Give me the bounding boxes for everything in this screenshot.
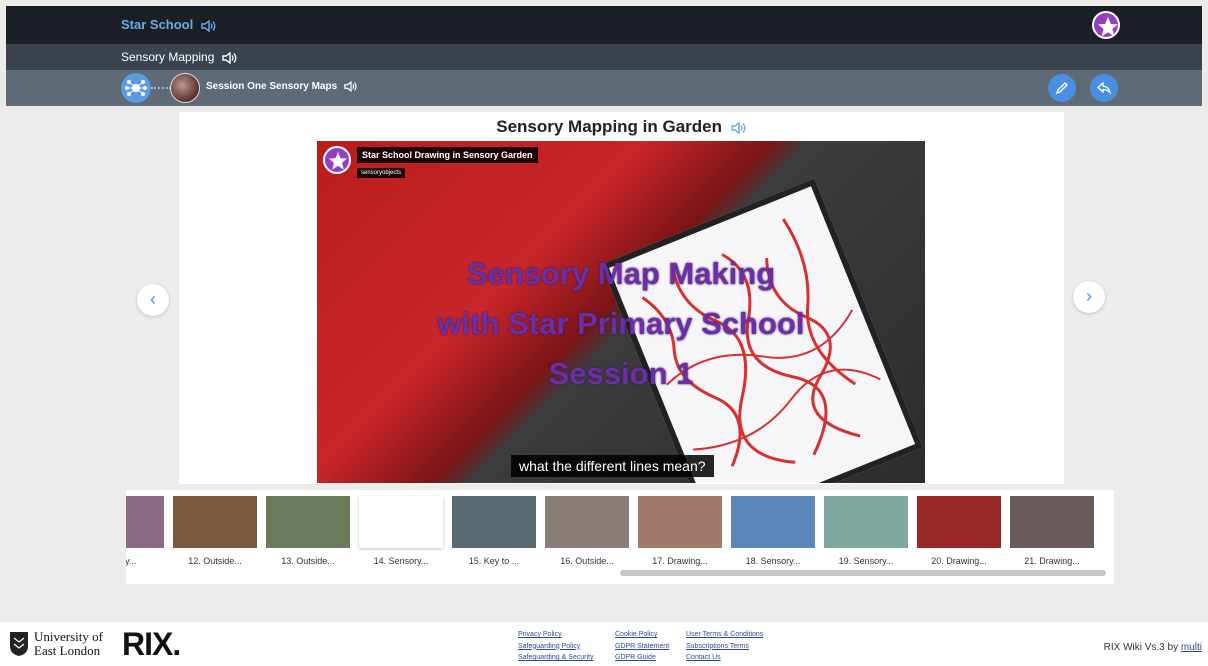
thumbnail-label: 13. Outside... (281, 556, 335, 566)
thumbnail-label: nsory... (126, 556, 137, 566)
university-line: East London (34, 643, 101, 658)
version-text: RIX Wiki Vs.3 by (1103, 642, 1181, 653)
user-star-badge-icon[interactable] (1092, 11, 1120, 39)
university-line: University of (34, 629, 103, 644)
thumbnail-image[interactable] (545, 496, 629, 548)
footer: University of East London RIX. Privacy P… (0, 622, 1208, 666)
thumbnail-item[interactable]: 15. Key to ... (452, 496, 536, 566)
session-title[interactable]: Session One Sensory Maps (206, 81, 358, 92)
contact-link[interactable]: Contact Us (686, 652, 763, 664)
thumbnail-image[interactable] (126, 496, 164, 548)
thumbnail-image[interactable] (359, 496, 443, 548)
thumbnail-item[interactable]: 19. Sensory... (824, 496, 908, 566)
page-title-text: Sensory Mapping (121, 50, 215, 64)
university-crest-icon (10, 632, 28, 656)
version-info: RIX Wiki Vs.3 by multi (1104, 642, 1202, 653)
gdpr-statement-link[interactable]: GDPR Statement (615, 641, 669, 653)
university-name: University of East London (34, 630, 103, 658)
video-player[interactable]: Star School Drawing in Sensory Garden se… (317, 141, 925, 483)
vendor-link[interactable]: multi (1181, 642, 1202, 653)
safeguarding-security-link[interactable]: Safeguarding & Security (518, 652, 594, 664)
thumbnail-item[interactable]: 14. Sensory... (359, 496, 443, 566)
thumbnail-label: 17. Drawing... (652, 556, 708, 566)
thumbnail-item[interactable]: 13. Outside... (266, 496, 350, 566)
thumbnail-image[interactable] (452, 496, 536, 548)
share-icon (1097, 81, 1111, 95)
video-title[interactable]: Star School Drawing in Sensory Garden (357, 147, 538, 163)
content-heading: Sensory Mapping in Garden (179, 117, 1064, 137)
overlay-line: Sensory Map Making (466, 256, 776, 291)
thumbnail-label: 12. Outside... (188, 556, 242, 566)
thumbnail-label: 18. Sensory... (745, 556, 801, 566)
overlay-line: Session 1 (548, 356, 694, 391)
thumbnail-image[interactable] (173, 496, 257, 548)
cookie-policy-link[interactable]: Cookie Policy (615, 629, 669, 641)
session-title-text[interactable]: Session One Sensory Maps (206, 81, 337, 92)
thumbnail-image[interactable] (824, 496, 908, 548)
scrollbar[interactable] (620, 570, 1106, 576)
thumbnail-label: 16. Outside... (560, 556, 614, 566)
thumbnail-item[interactable]: 17. Drawing... (638, 496, 722, 566)
thumbnail-image[interactable] (917, 496, 1001, 548)
thumbnail-label: 20. Drawing... (931, 556, 987, 566)
chevron-left-icon: ‹ (150, 289, 156, 309)
thumbnail-strip[interactable]: nsory... 12. Outside... 13. Outside... 14. … (126, 490, 1114, 584)
thumbnail-label: 19. Sensory... (838, 556, 894, 566)
rix-logo: RIX. (122, 626, 181, 662)
thumbnail-item[interactable]: 18. Sensory... (731, 496, 815, 566)
thumbnail-label: 14. Sensory... (373, 556, 429, 566)
thumbnail-image[interactable] (638, 496, 722, 548)
edit-button[interactable] (1048, 74, 1076, 102)
page-title: Sensory Mapping (121, 50, 238, 64)
thumbnail-item[interactable]: 21. Drawing... (1010, 496, 1094, 566)
content-heading-text: Sensory Mapping in Garden (496, 117, 723, 136)
video-caption: what the different lines mean? (511, 455, 714, 477)
share-button[interactable] (1090, 74, 1118, 102)
thumbnail-item[interactable]: 16. Outside... (545, 496, 629, 566)
speaker-icon[interactable] (201, 19, 217, 32)
thumbnail-item[interactable]: 20. Drawing... (917, 496, 1001, 566)
session-avatar[interactable] (170, 73, 200, 103)
previous-button[interactable]: ‹ (137, 284, 169, 316)
speaker-icon[interactable] (731, 121, 747, 134)
privacy-policy-link[interactable]: Privacy Policy (518, 629, 594, 641)
terms-link[interactable]: User Terms & Conditions (686, 629, 763, 641)
thumbnail-image[interactable] (266, 496, 350, 548)
connector-line (151, 87, 171, 89)
thumbnail-label: 21. Drawing... (1024, 556, 1080, 566)
speaker-icon[interactable] (344, 81, 358, 92)
thumbnail-image[interactable] (731, 496, 815, 548)
session-toolbar: Session One Sensory Maps (6, 70, 1202, 106)
gdpr-guide-link[interactable]: GDPR Guide (615, 652, 669, 664)
channel-logo-icon[interactable] (323, 146, 351, 174)
chevron-right-icon: › (1086, 286, 1092, 306)
thumbnail-label: 15. Key to ... (468, 556, 520, 566)
pencil-icon (1055, 82, 1068, 95)
thumbnail-image[interactable] (1010, 496, 1094, 548)
next-button[interactable]: › (1073, 281, 1105, 313)
network-map-icon[interactable] (121, 73, 151, 103)
site-title[interactable]: Star School (121, 17, 217, 32)
video-overlay-text: Sensory Map Making with Star Primary Sch… (317, 249, 925, 399)
safeguarding-policy-link[interactable]: Safeguarding Policy (518, 641, 594, 653)
subscriptions-link[interactable]: Subscriptions Terms (686, 641, 763, 653)
page-header: Sensory Mapping (6, 44, 1202, 70)
site-header: Star School (6, 6, 1202, 44)
speaker-icon[interactable] (222, 51, 238, 64)
overlay-line: with Star Primary School (437, 306, 805, 341)
video-channel[interactable]: sensoryobjects (357, 168, 406, 178)
site-title-text[interactable]: Star School (121, 17, 193, 32)
thumbnail-item[interactable]: 12. Outside... (173, 496, 257, 566)
thumbnail-item[interactable]: nsory... (126, 496, 164, 566)
